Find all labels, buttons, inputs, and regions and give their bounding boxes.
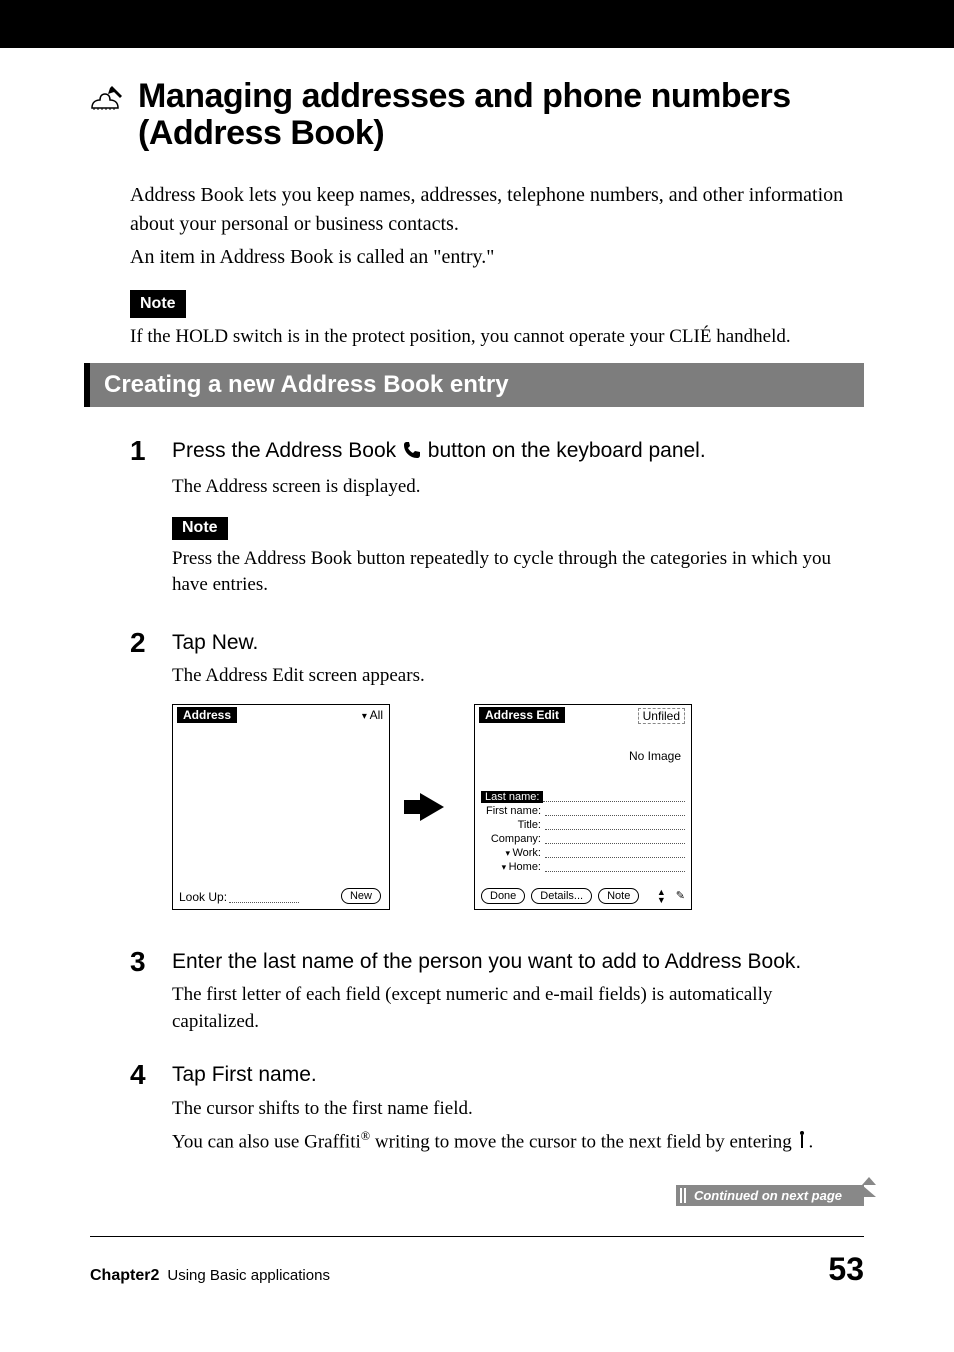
lookup-text: Look Up: <box>179 890 227 904</box>
field-input-line[interactable] <box>543 792 685 802</box>
shot-title-bar: Address Edit <box>479 707 565 723</box>
field-row-firstname: First name: <box>481 805 685 817</box>
field-row-lastname: Last name: <box>481 791 685 803</box>
step-1: 1 Press the Address Book button on the k… <box>130 437 864 609</box>
field-label-title[interactable]: Title: <box>481 819 545 831</box>
footer-rule <box>90 1236 864 1237</box>
edit-fields: Last name: First name: Title: <box>481 791 685 875</box>
step-number: 4 <box>130 1061 154 1089</box>
steps-list: 1 Press the Address Book button on the k… <box>130 437 864 1165</box>
step-lead-pre: Press the Address Book <box>172 439 402 462</box>
field-input-line[interactable] <box>545 820 685 830</box>
step-desc: The Address Edit screen appears. <box>172 663 864 690</box>
screenshot-address-list: Address All Look Up: New <box>172 704 390 910</box>
step-note-text: Press the Address Book button repeatedly… <box>172 546 864 599</box>
section-heading: Creating a new Address Book entry <box>84 363 864 407</box>
shot-lookup-label: Look Up: <box>179 890 299 904</box>
page-footer: Chapter2 Using Basic applications 53 <box>0 1251 954 1328</box>
step-lead-post: button on the keyboard panel. <box>422 439 706 462</box>
step-desc: The first letter of each field (except n… <box>172 982 864 1035</box>
continued-banner: Continued on next page <box>676 1185 864 1206</box>
details-button[interactable]: Details... <box>531 888 592 904</box>
screenshot-address-edit: Address Edit Unfiled No Image Last name:… <box>474 704 692 910</box>
field-label-firstname[interactable]: First name: <box>481 805 545 817</box>
note-text: If the HOLD switch is in the protect pos… <box>130 324 864 351</box>
content-area: Managing addresses and phone numbers (Ad… <box>0 48 954 1206</box>
field-row-company: Company: <box>481 833 685 845</box>
step-body: Tap First name. The cursor shifts to the… <box>172 1061 864 1165</box>
continued-text: Continued on next page <box>694 1188 842 1203</box>
arrow-down-icon[interactable]: ▼ <box>657 896 666 904</box>
new-button[interactable]: New <box>341 888 381 904</box>
note-label: Note <box>130 290 186 318</box>
step-desc-1: The cursor shifts to the first name fiel… <box>172 1096 864 1123</box>
shot-category-dropdown[interactable]: Unfiled <box>638 708 685 724</box>
continued-arrow-icon <box>862 1185 876 1197</box>
step-desc-2: You can also use Graffiti® writing to mo… <box>172 1128 864 1159</box>
graffiti-stroke-icon <box>796 1130 808 1159</box>
field-row-title: Title: <box>481 819 685 831</box>
field-row-work: Work: <box>481 847 685 859</box>
scroll-arrows-icon[interactable]: ▲ ▼ <box>657 888 666 904</box>
page-title: Managing addresses and phone numbers (Ad… <box>138 78 864 153</box>
screenshots-row: Address All Look Up: New A <box>172 704 864 910</box>
step-4: 4 Tap First name. The cursor shifts to t… <box>130 1061 864 1165</box>
footer-chapter: Chapter2 <box>90 1267 159 1285</box>
step-lead: Press the Address Book button on the key… <box>172 437 864 468</box>
desc2a: You can also use Graffiti <box>172 1131 361 1152</box>
edit-buttons-row: Done Details... Note ▲ ▼ ✎ <box>481 888 685 904</box>
continued-arrow-top-icon <box>862 1177 876 1185</box>
field-input-line[interactable] <box>545 806 685 816</box>
done-button[interactable]: Done <box>481 888 525 904</box>
field-row-home: Home: <box>481 861 685 873</box>
lookup-input-line[interactable] <box>229 902 299 903</box>
field-input-line[interactable] <box>545 848 685 858</box>
desc2b: writing to move the cursor to the next f… <box>370 1131 796 1152</box>
field-input-line[interactable] <box>545 834 685 844</box>
title-row: Managing addresses and phone numbers (Ad… <box>90 78 864 153</box>
step-3: 3 Enter the last name of the person you … <box>130 948 864 1042</box>
step-number: 2 <box>130 629 154 657</box>
graffiti-pen-icon[interactable]: ✎ <box>676 889 685 902</box>
note-button[interactable]: Note <box>598 888 639 904</box>
footer-subtitle: Using Basic applications <box>167 1267 330 1284</box>
desc2c: . <box>808 1131 813 1152</box>
step-2: 2 Tap New. The Address Edit screen appea… <box>130 629 864 928</box>
footer-page-number: 53 <box>828 1251 864 1288</box>
step-body: Tap New. The Address Edit screen appears… <box>172 629 864 928</box>
header-bar <box>0 0 954 48</box>
step-lead: Tap New. <box>172 629 864 657</box>
step-lead: Enter the last name of the person you wa… <box>172 948 864 976</box>
shot-new-button-wrap: New <box>341 888 381 904</box>
document-page: Managing addresses and phone numbers (Ad… <box>0 0 954 1328</box>
intro-paragraph-1: Address Book lets you keep names, addres… <box>130 181 864 239</box>
step-desc: The Address screen is displayed. <box>172 474 864 501</box>
step-note-label: Note <box>172 517 228 540</box>
step-lead: Tap First name. <box>172 1061 864 1089</box>
field-label-company[interactable]: Company: <box>481 833 545 845</box>
intro-block: Address Book lets you keep names, addres… <box>130 181 864 351</box>
no-image-label: No Image <box>629 749 681 763</box>
step-body: Enter the last name of the person you wa… <box>172 948 864 1042</box>
step-number: 1 <box>130 437 154 465</box>
intro-paragraph-2: An item in Address Book is called an "en… <box>130 243 864 272</box>
shot-category-dropdown[interactable]: All <box>362 708 383 722</box>
field-input-line[interactable] <box>545 862 685 872</box>
phone-handset-icon <box>402 440 422 468</box>
shot-title-bar: Address <box>177 707 237 723</box>
field-label-lastname[interactable]: Last name: <box>481 791 543 803</box>
step-number: 3 <box>130 948 154 976</box>
step-body: Press the Address Book button on the key… <box>172 437 864 609</box>
field-label-home-dropdown[interactable]: Home: <box>481 861 545 873</box>
continued-wrap: Continued on next page <box>90 1185 864 1206</box>
arrow-right-icon <box>420 793 444 821</box>
registered-mark: ® <box>361 1129 370 1143</box>
address-book-section-icon <box>90 78 126 117</box>
field-label-work-dropdown[interactable]: Work: <box>481 847 545 859</box>
